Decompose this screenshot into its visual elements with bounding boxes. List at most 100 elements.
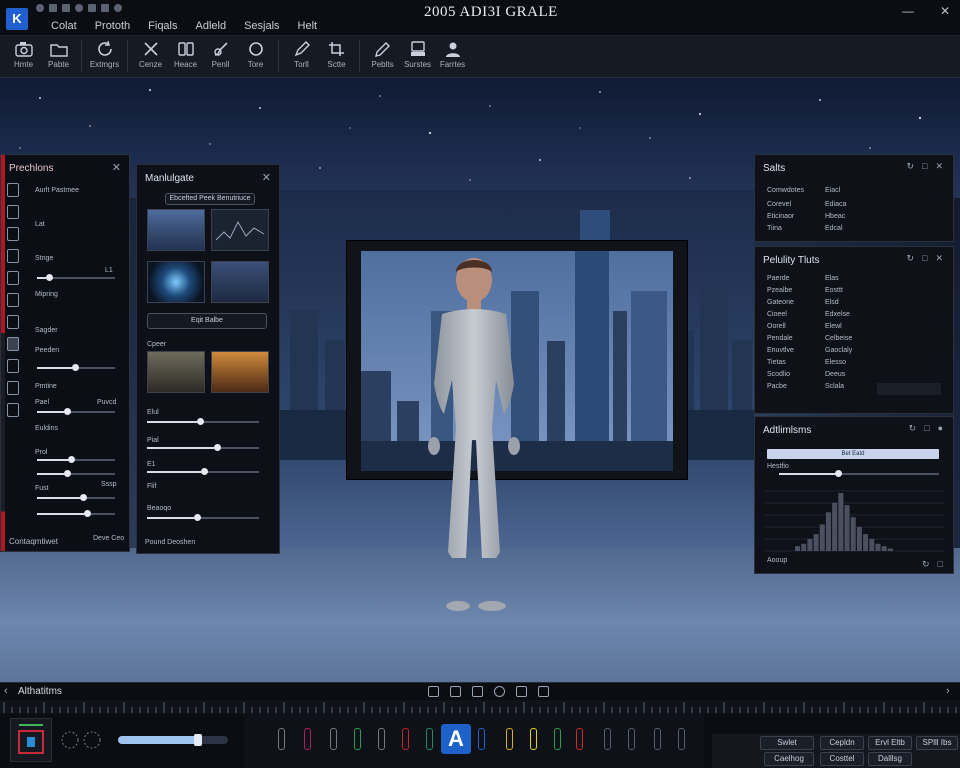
tool-button[interactable]: Tore <box>238 36 273 76</box>
clock-icon[interactable] <box>494 686 505 697</box>
rotate-icon[interactable] <box>7 227 19 241</box>
effect-slider[interactable] <box>147 514 259 521</box>
sync-icon[interactable]: ↻ <box>922 559 930 570</box>
selection-bar[interactable]: Bet Eatd <box>767 449 939 459</box>
curve-icon[interactable] <box>516 686 527 697</box>
keyframe-marker[interactable] <box>506 728 513 750</box>
film-icon[interactable] <box>472 686 483 697</box>
timeline-tracks[interactable]: A Swlet Cepldn Ervl Eltb SPlll Ibs Caelh… <box>0 714 960 768</box>
property-slider[interactable] <box>37 274 115 281</box>
copy-icon[interactable]: □ <box>922 161 927 172</box>
undo-icon[interactable] <box>49 4 57 12</box>
footer-button[interactable]: Deve Ceo <box>93 535 124 542</box>
timeline-button[interactable]: Swlet <box>760 736 814 750</box>
keyframe-marker[interactable] <box>628 728 635 750</box>
timeline-button[interactable]: Caelhog <box>764 752 814 766</box>
save-icon[interactable] <box>88 4 96 12</box>
keyframe-marker[interactable] <box>478 728 485 750</box>
close-icon[interactable]: ✕ <box>940 4 950 18</box>
timeline-button[interactable]: SPlll Ibs <box>916 736 958 750</box>
effect-slider[interactable] <box>147 418 259 425</box>
tool-button[interactable]: Pabte <box>41 36 76 76</box>
keyframe-marker[interactable] <box>554 728 561 750</box>
keyframe-widget[interactable] <box>10 718 52 762</box>
tool-button[interactable]: Extmgrs <box>87 36 122 76</box>
effect-slider[interactable] <box>147 468 259 475</box>
thumbnail-ruins[interactable] <box>147 351 205 393</box>
keyframe-marker[interactable] <box>604 728 611 750</box>
keyframe-marker[interactable] <box>304 728 311 750</box>
transform-icon[interactable] <box>7 293 19 307</box>
tool-button[interactable]: Cenze <box>133 36 168 76</box>
tool-button[interactable]: Peblts <box>365 36 400 76</box>
playback-scrubber[interactable] <box>118 734 228 746</box>
thumbnail-orb[interactable] <box>147 261 205 303</box>
record-icon[interactable] <box>36 4 44 12</box>
property-slider[interactable] <box>37 510 115 517</box>
pen-icon[interactable] <box>7 249 19 263</box>
copy-icon[interactable]: □ <box>922 253 927 264</box>
copy-icon[interactable]: □ <box>938 559 943 570</box>
property-slider[interactable] <box>37 456 115 463</box>
property-slider[interactable] <box>37 470 115 477</box>
refresh-icon[interactable]: ↻ <box>909 423 917 434</box>
image-icon[interactable] <box>7 337 19 351</box>
tool-button[interactable]: Surstes <box>400 36 435 76</box>
tool-button[interactable]: Heace <box>168 36 203 76</box>
keyframe-marker[interactable] <box>354 728 361 750</box>
export-icon[interactable] <box>538 686 549 697</box>
keyframe-marker[interactable] <box>402 728 409 750</box>
property-slider[interactable] <box>37 364 115 371</box>
redo-icon[interactable] <box>62 4 70 12</box>
save-icon[interactable] <box>7 381 19 395</box>
thumbnail-skyline[interactable] <box>211 261 269 303</box>
3d-viewport[interactable]: Prechlons ✕ Aurlt Pastmee Lat Stnge L1 M… <box>0 78 960 682</box>
settings-icon[interactable]: ● <box>938 423 943 434</box>
close-icon[interactable]: ✕ <box>935 253 943 264</box>
brush-icon[interactable] <box>7 315 19 329</box>
adjust-slider[interactable] <box>779 470 939 477</box>
menu-item[interactable]: Colat <box>42 20 86 32</box>
refresh-icon[interactable]: ↻ <box>906 161 914 172</box>
move-icon[interactable] <box>7 205 19 219</box>
tool-button[interactable]: Torll <box>284 36 319 76</box>
menu-item[interactable]: Adleld <box>187 20 236 32</box>
share-icon[interactable] <box>101 4 109 12</box>
close-icon[interactable]: ✕ <box>935 161 943 172</box>
navigation-gizmo-icon[interactable] <box>58 726 106 756</box>
keyframe-marker[interactable] <box>330 728 337 750</box>
value-input[interactable] <box>877 383 941 395</box>
effect-button[interactable]: Ebcefted Peek Benutriuce <box>165 193 255 205</box>
timeline-button[interactable]: Dalllsg <box>868 752 912 766</box>
thumbnail-sunset[interactable] <box>211 351 269 393</box>
list-icon[interactable] <box>7 403 19 417</box>
add-key-icon[interactable] <box>450 686 461 697</box>
keyframe-marker[interactable] <box>678 728 685 750</box>
timeline-button[interactable]: Cepldn <box>820 736 864 750</box>
property-slider[interactable] <box>37 494 115 501</box>
tool-button[interactable]: Sctte <box>319 36 354 76</box>
menu-item[interactable]: Helt <box>289 20 327 32</box>
menu-item[interactable]: Fiqals <box>139 20 186 32</box>
keyframe-marker[interactable] <box>378 728 385 750</box>
chevron-left-icon[interactable]: ‹ <box>4 685 8 697</box>
effect-slider[interactable] <box>147 444 259 451</box>
refresh-icon[interactable]: ↻ <box>906 253 914 264</box>
frame-icon[interactable] <box>428 686 439 697</box>
keyframe-marker[interactable] <box>426 728 433 750</box>
timeline-ruler[interactable] <box>0 700 960 714</box>
tool-button[interactable]: Farrtes <box>435 36 470 76</box>
link-icon[interactable] <box>7 359 19 373</box>
active-keyframe[interactable]: A <box>441 724 471 754</box>
edit-button[interactable]: Eqit Balbe <box>147 313 267 329</box>
property-slider[interactable] <box>37 408 115 415</box>
timeline-button[interactable]: Costtel <box>820 752 864 766</box>
keyframe-marker[interactable] <box>654 728 661 750</box>
keyframe-marker[interactable] <box>278 728 285 750</box>
tool-button[interactable]: Hmte <box>6 36 41 76</box>
app-logo[interactable]: K <box>6 8 28 30</box>
close-icon[interactable]: ✕ <box>112 161 121 174</box>
close-icon[interactable]: ✕ <box>262 171 271 184</box>
menu-item[interactable]: Sesjals <box>235 20 288 32</box>
timeline-button[interactable]: Ervl Eltb <box>868 736 912 750</box>
